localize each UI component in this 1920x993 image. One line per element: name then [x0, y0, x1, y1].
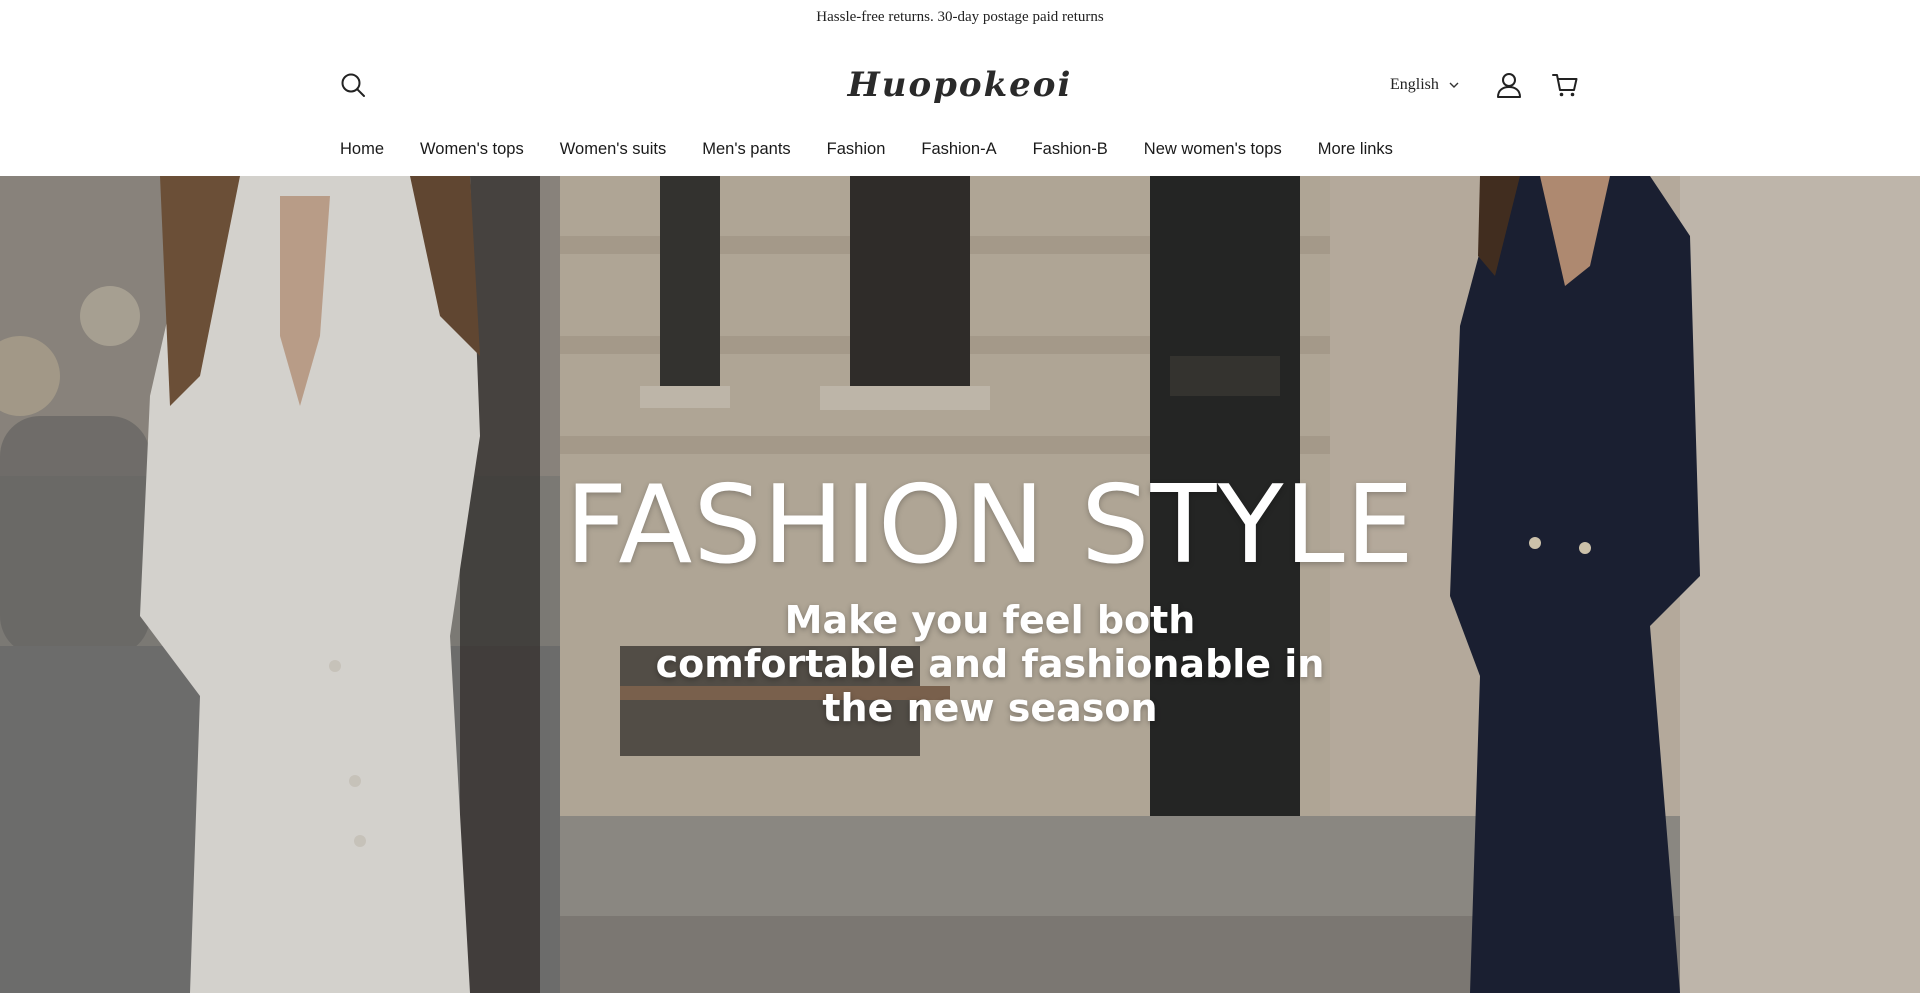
- nav-item-womens-suits[interactable]: Women's suits: [560, 140, 666, 159]
- chevron-down-icon: [1449, 82, 1459, 88]
- cart-icon: [1552, 74, 1578, 97]
- announcement-bar: Hassle-free returns. 30-day postage paid…: [0, 0, 1920, 34]
- site-logo[interactable]: Huopokeoi: [848, 60, 1071, 110]
- language-label: English: [1390, 76, 1439, 93]
- site-header: Huopokeoi English Home Women's tops Wome…: [0, 34, 1920, 166]
- main-navigation: Home Women's tops Women's suits Men's pa…: [340, 134, 1429, 164]
- user-icon: [1497, 73, 1521, 98]
- hero-text-block: FASHION STYLE Make you feel both comfort…: [560, 463, 1420, 731]
- account-button[interactable]: [1490, 66, 1528, 104]
- cart-button[interactable]: [1546, 66, 1584, 104]
- logo-text: Huopokeoi: [847, 65, 1073, 105]
- nav-item-fashion[interactable]: Fashion: [827, 140, 886, 159]
- nav-item-fashion-b[interactable]: Fashion-B: [1033, 140, 1108, 159]
- nav-item-womens-tops[interactable]: Women's tops: [420, 140, 524, 159]
- search-icon: [341, 73, 365, 97]
- search-button[interactable]: [336, 68, 370, 102]
- hero-subtitle: Make you feel both comfortable and fashi…: [655, 598, 1325, 730]
- nav-item-fashion-a[interactable]: Fashion-A: [921, 140, 996, 159]
- announcement-text: Hassle-free returns. 30-day postage paid…: [816, 8, 1104, 25]
- hero-title: FASHION STYLE: [565, 463, 1415, 588]
- nav-item-home[interactable]: Home: [340, 140, 384, 159]
- nav-item-mens-pants[interactable]: Men's pants: [702, 140, 790, 159]
- nav-item-more-links[interactable]: More links: [1318, 140, 1393, 159]
- nav-item-new-womens-tops[interactable]: New women's tops: [1144, 140, 1282, 159]
- hero-banner[interactable]: FASHION STYLE Make you feel both comfort…: [0, 176, 1920, 993]
- language-selector[interactable]: English: [1390, 70, 1459, 100]
